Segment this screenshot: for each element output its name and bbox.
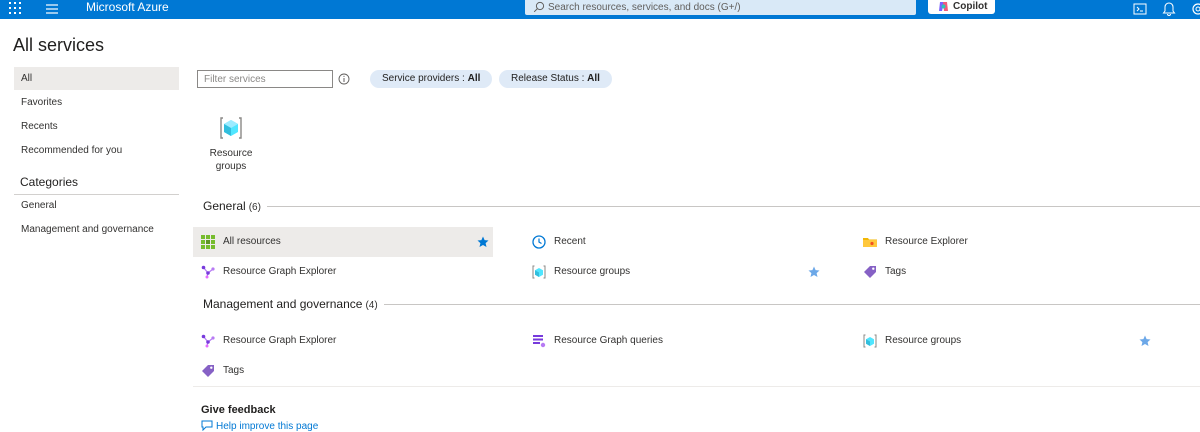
resource-group-icon bbox=[532, 265, 546, 279]
management-title: Management and governance bbox=[203, 297, 363, 311]
cloud-shell-icon[interactable] bbox=[1132, 1, 1148, 17]
global-search-input[interactable] bbox=[548, 0, 908, 15]
top-bar: Microsoft Azure Copilot bbox=[0, 0, 1200, 19]
notifications-bell-icon[interactable] bbox=[1161, 1, 1177, 17]
copilot-icon bbox=[939, 2, 948, 11]
release-status-filter[interactable]: Release Status : All bbox=[499, 70, 612, 88]
clock-icon bbox=[532, 235, 546, 249]
service-tags-mg[interactable]: Tags bbox=[193, 356, 493, 386]
feedback-link[interactable]: Help improve this page bbox=[201, 420, 318, 432]
favorite-star-icon[interactable] bbox=[1139, 335, 1151, 347]
search-icon bbox=[533, 1, 545, 13]
page-title: All services bbox=[13, 35, 105, 55]
nav-category-general[interactable]: General bbox=[14, 194, 179, 217]
info-icon[interactable] bbox=[338, 73, 350, 85]
feedback-icon bbox=[201, 420, 213, 432]
tag-icon bbox=[202, 365, 214, 377]
service-providers-filter[interactable]: Service providers : All bbox=[370, 70, 493, 88]
query-icon bbox=[533, 335, 546, 348]
service-label: Recent bbox=[554, 236, 586, 247]
service-resource-graph-queries[interactable]: Resource Graph queries bbox=[524, 326, 824, 356]
service-resource-graph-explorer[interactable]: Resource Graph Explorer bbox=[193, 257, 493, 287]
graph-icon bbox=[201, 265, 215, 279]
copilot-button[interactable]: Copilot bbox=[928, 0, 995, 14]
resource-group-tile-icon[interactable] bbox=[219, 116, 243, 140]
general-title: General bbox=[203, 199, 246, 213]
bottom-divider bbox=[193, 386, 1200, 387]
management-section-heading: Management and governance (4) bbox=[203, 297, 384, 311]
service-providers-label: Service providers : bbox=[382, 73, 468, 84]
nav-item-recommended[interactable]: Recommended for you bbox=[14, 139, 179, 162]
nav-item-recents[interactable]: Recents bbox=[14, 115, 179, 138]
app-launcher-icon[interactable] bbox=[9, 2, 22, 15]
general-count: (6) bbox=[248, 202, 261, 213]
service-providers-value: All bbox=[467, 73, 481, 84]
resource-groups-tile[interactable]: Resource groups bbox=[200, 147, 262, 173]
service-resource-groups[interactable]: Resource groups bbox=[524, 257, 824, 287]
service-all-resources[interactable]: All resources bbox=[193, 227, 493, 257]
resource-group-icon bbox=[863, 334, 877, 348]
graph-icon bbox=[201, 334, 215, 348]
service-recent[interactable]: Recent bbox=[524, 227, 824, 257]
nav-item-favorites[interactable]: Favorites bbox=[14, 91, 179, 114]
nav-category-management[interactable]: Management and governance bbox=[14, 218, 179, 241]
service-label: Tags bbox=[223, 365, 245, 376]
settings-gear-icon[interactable] bbox=[1190, 1, 1200, 17]
service-label: Resource groups bbox=[554, 266, 631, 277]
management-count: (4) bbox=[365, 300, 378, 311]
service-label: Resource Graph Explorer bbox=[223, 335, 337, 346]
filter-services-input[interactable] bbox=[197, 70, 333, 88]
feedback-link-label: Help improve this page bbox=[216, 421, 319, 432]
categories-heading: Categories bbox=[20, 175, 79, 189]
service-label: Tags bbox=[885, 266, 907, 277]
feedback-heading: Give feedback bbox=[201, 404, 276, 416]
release-status-label: Release Status : bbox=[511, 73, 588, 84]
general-section-heading: General (6) bbox=[203, 199, 267, 213]
service-resource-graph-explorer-mg[interactable]: Resource Graph Explorer bbox=[193, 326, 493, 356]
service-tags[interactable]: Tags bbox=[855, 257, 1155, 287]
service-resource-explorer[interactable]: Resource Explorer bbox=[855, 227, 1155, 257]
nav-item-all[interactable]: All bbox=[14, 67, 179, 90]
service-label: Resource groups bbox=[885, 335, 962, 346]
all-resources-icon bbox=[201, 235, 215, 249]
copilot-label: Copilot bbox=[953, 1, 988, 12]
favorite-star-icon[interactable] bbox=[477, 236, 489, 248]
service-label: Resource Explorer bbox=[885, 236, 968, 247]
service-label: Resource Graph Explorer bbox=[223, 266, 337, 277]
service-label: Resource Graph queries bbox=[554, 335, 663, 346]
tag-icon bbox=[864, 266, 876, 278]
service-resource-groups-mg[interactable]: Resource groups bbox=[855, 326, 1155, 356]
service-label: All resources bbox=[223, 236, 281, 247]
release-status-value: All bbox=[587, 73, 600, 84]
folder-icon bbox=[863, 238, 877, 247]
favorite-star-icon[interactable] bbox=[808, 266, 820, 278]
hamburger-menu-icon[interactable] bbox=[44, 1, 60, 17]
general-divider bbox=[203, 206, 1200, 207]
brand-name[interactable]: Microsoft Azure bbox=[86, 0, 169, 15]
global-search[interactable] bbox=[525, 0, 916, 15]
